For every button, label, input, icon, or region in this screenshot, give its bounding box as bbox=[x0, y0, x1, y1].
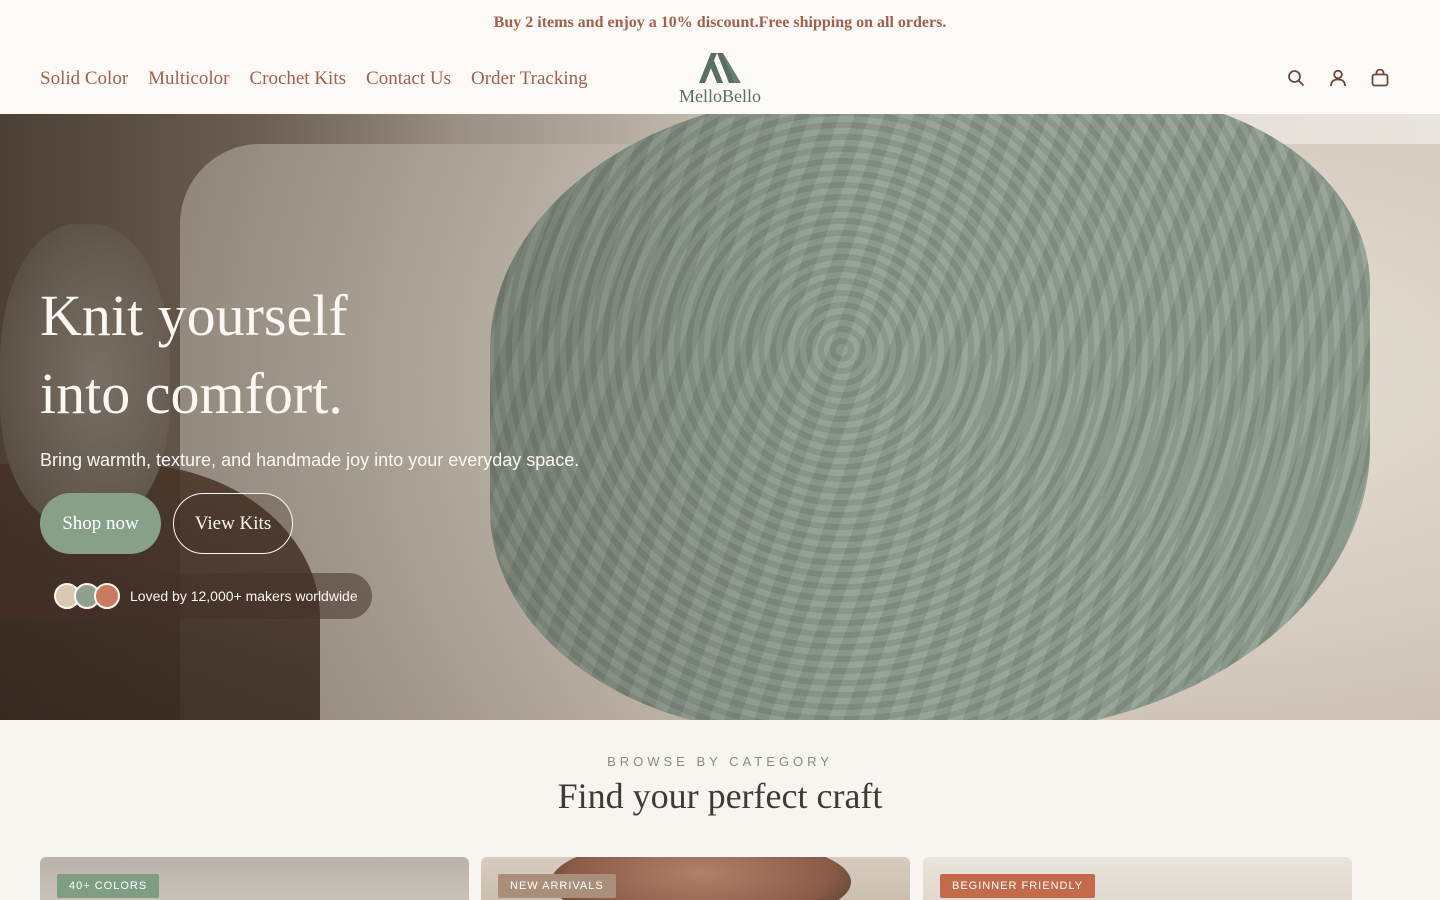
category-badge: 40+ COLORS bbox=[57, 874, 160, 898]
shop-now-button[interactable]: Shop now bbox=[40, 493, 161, 554]
category-badge: BEGINNER FRIENDLY bbox=[940, 874, 1096, 898]
hero-subtitle: Bring warmth, texture, and handmade joy … bbox=[40, 450, 580, 470]
brand-logo[interactable]: MelloBello bbox=[670, 50, 770, 112]
nav-link-solid-color[interactable]: Solid Color bbox=[40, 68, 128, 90]
nav-link-crochet-kits[interactable]: Crochet Kits bbox=[249, 68, 346, 90]
main-nav: Solid Color Multicolor Crochet Kits Cont… bbox=[40, 68, 588, 90]
hero-title-line-2: into comfort. bbox=[40, 361, 343, 426]
announcement-bar: Buy 2 items and enjoy a 10% discount.Fre… bbox=[0, 0, 1440, 46]
cart-icon bbox=[1371, 69, 1389, 87]
logo-mark-icon bbox=[699, 53, 741, 83]
hero-title-line-1: Knit yourself bbox=[40, 283, 348, 348]
color-swatches bbox=[54, 583, 120, 609]
category-badge: NEW ARRIVALS bbox=[498, 874, 616, 898]
nav-link-multicolor[interactable]: Multicolor bbox=[148, 68, 229, 90]
nav-link-contact-us[interactable]: Contact Us bbox=[366, 68, 451, 90]
category-card-colors[interactable]: 40+ COLORS bbox=[40, 857, 469, 900]
account-icon bbox=[1330, 69, 1346, 87]
section-eyebrow: BROWSE BY CATEGORY bbox=[607, 754, 833, 769]
nav-link-order-tracking[interactable]: Order Tracking bbox=[471, 68, 588, 90]
hero-banner: Knit yourself into comfort. Bring warmth… bbox=[0, 114, 1440, 720]
hero-title: Knit yourself into comfort. bbox=[40, 277, 640, 433]
brand-name: MelloBello bbox=[679, 86, 761, 106]
category-card-new-arrivals[interactable]: NEW ARRIVALS bbox=[481, 857, 910, 900]
browse-category-section: BROWSE BY CATEGORY Find your perfect cra… bbox=[0, 720, 1440, 900]
search-button[interactable] bbox=[1286, 68, 1306, 88]
search-icon bbox=[1288, 70, 1304, 86]
header-icons bbox=[1286, 68, 1390, 88]
cart-button[interactable] bbox=[1370, 68, 1390, 88]
category-card-beginner[interactable]: BEGINNER FRIENDLY bbox=[923, 857, 1352, 900]
view-kits-button[interactable]: View Kits bbox=[173, 493, 293, 554]
social-proof-text: Loved by 12,000+ makers worldwide bbox=[130, 588, 358, 604]
section-title: Find your perfect craft bbox=[557, 776, 883, 816]
social-proof-badge: Loved by 12,000+ makers worldwide bbox=[0, 573, 372, 619]
site-header: Solid Color Multicolor Crochet Kits Cont… bbox=[0, 46, 1440, 114]
announcement-text: Buy 2 items and enjoy a 10% discount.Fre… bbox=[493, 14, 947, 31]
account-button[interactable] bbox=[1328, 68, 1348, 88]
swatch-terracotta bbox=[94, 583, 120, 609]
